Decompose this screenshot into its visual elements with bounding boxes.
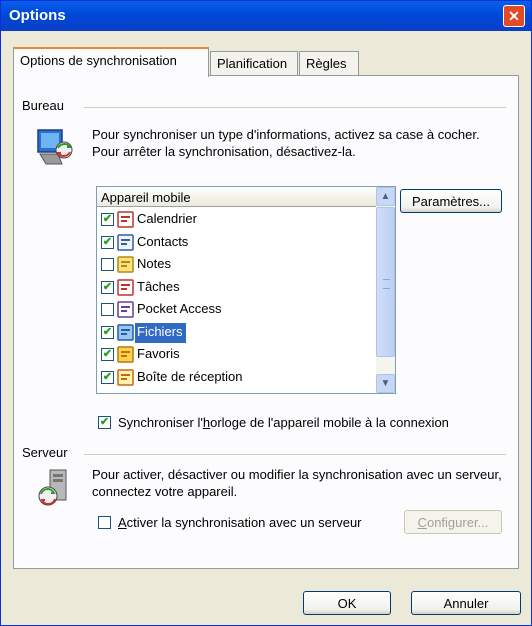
scroll-down-button[interactable]: ▼ — [376, 374, 395, 393]
list-header[interactable]: Appareil mobile — [97, 187, 377, 207]
tab-sync-options[interactable]: Options de synchronisation — [13, 47, 209, 77]
item-label: Calendrier — [137, 211, 197, 226]
favorites-icon — [117, 346, 135, 363]
ok-button[interactable]: OK — [303, 591, 391, 615]
tasks-icon — [117, 278, 135, 296]
list-item[interactable]: Notes — [97, 254, 377, 277]
mobile-device-list[interactable]: Appareil mobile ✔ Calendrier ✔ Contacts Note… — [96, 186, 396, 394]
enable-server-sync-checkbox[interactable] — [98, 516, 111, 529]
item-label: Notes — [137, 256, 171, 271]
item-checkbox[interactable] — [101, 258, 114, 271]
list-item[interactable]: Pocket Access — [97, 299, 377, 322]
list-item[interactable]: ✔ Favoris — [97, 344, 377, 367]
title-bar: Options ✕ — [1, 1, 531, 31]
item-checkbox[interactable]: ✔ — [101, 370, 114, 384]
sync-clock-label[interactable]: Synchroniser l'horloge de l'appareil mob… — [118, 415, 449, 430]
desktop-sync-icon — [37, 129, 73, 165]
item-label: Contacts — [137, 233, 189, 249]
item-checkbox[interactable]: ✔ — [101, 325, 114, 339]
bureau-label: Bureau — [22, 98, 68, 113]
scroll-up-button[interactable]: ▲ — [376, 187, 395, 206]
contacts-icon — [117, 233, 135, 251]
list-item[interactable]: ✔ Boîte de réception — [97, 367, 377, 390]
tab-rules[interactable]: Règles — [299, 51, 359, 75]
configure-button[interactable]: Configurer... — [404, 510, 502, 534]
list-scrollbar[interactable]: ▲ ▼ — [376, 187, 395, 393]
bureau-description: Pour synchroniser un type d'informations… — [92, 127, 480, 159]
calendar-icon — [117, 211, 135, 228]
list-item[interactable]: ✔ Calendrier — [97, 209, 377, 232]
serveur-label: Serveur — [22, 445, 72, 460]
list-item[interactable]: ✔ Fichiers — [97, 322, 377, 345]
item-label: Favoris — [137, 346, 180, 361]
item-checkbox[interactable]: ✔ — [101, 280, 114, 294]
serveur-divider — [84, 454, 506, 455]
bureau-divider — [84, 107, 506, 108]
item-label: Tâches — [137, 278, 180, 294]
close-button[interactable]: ✕ — [503, 5, 525, 27]
item-label: Fichiers — [135, 322, 186, 343]
item-checkbox[interactable]: ✔ — [101, 348, 114, 361]
list-item[interactable]: ✔ Contacts — [97, 232, 377, 255]
pocket-access-icon — [117, 301, 135, 318]
parameters-button[interactable]: Paramètres... — [400, 189, 502, 213]
options-window: Options ✕ Options de synchronisation Pla… — [0, 0, 532, 626]
tab-panel: Bureau Pour synchroniser un type d'infor… — [13, 75, 519, 569]
list-item[interactable]: ✔ Tâches — [97, 277, 377, 300]
item-checkbox[interactable]: ✔ — [101, 235, 114, 249]
item-checkbox[interactable]: ✔ — [101, 213, 114, 226]
list-rows: ✔ Calendrier ✔ Contacts Notes ✔ Tâches Pocket A… — [97, 209, 377, 389]
thumb-grip-icon — [383, 279, 390, 289]
inbox-icon — [117, 368, 135, 386]
server-icon — [38, 469, 67, 506]
window-title: Options — [9, 7, 66, 24]
serveur-description: Pour activer, désactiver ou modifier la … — [92, 467, 502, 499]
files-icon — [117, 323, 135, 341]
tab-planning[interactable]: Planification — [210, 51, 298, 75]
item-checkbox[interactable] — [101, 303, 114, 316]
scroll-thumb[interactable] — [376, 207, 395, 357]
enable-server-sync-label[interactable]: Activer la synchronisation avec un serve… — [118, 515, 362, 530]
notes-icon — [117, 256, 135, 273]
cancel-button[interactable]: Annuler — [411, 591, 521, 615]
sync-clock-checkbox[interactable]: ✔ — [98, 416, 111, 429]
item-label: Pocket Access — [137, 301, 222, 316]
item-label: Boîte de réception — [137, 368, 243, 384]
